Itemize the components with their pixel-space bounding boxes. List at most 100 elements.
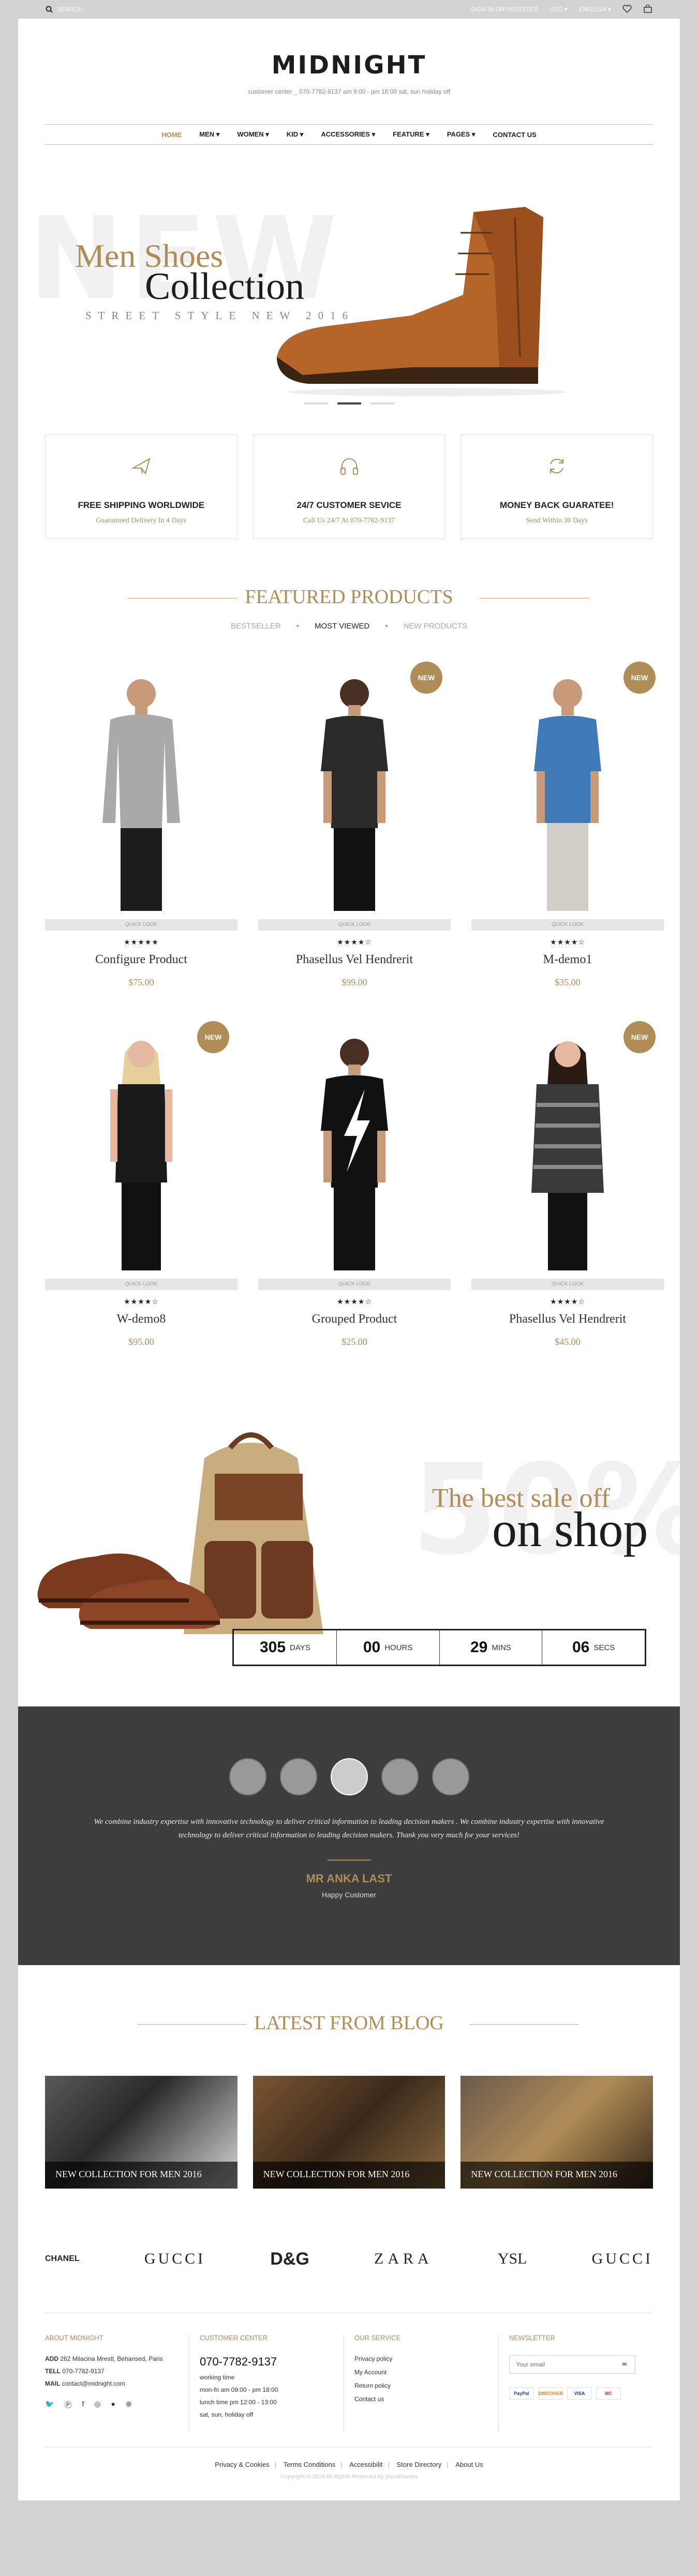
testimonial-avatars [18, 1758, 680, 1795]
nav-men[interactable]: MEN ▾ [199, 130, 219, 139]
footer-link[interactable]: My Account [354, 2369, 488, 2376]
blog-post-title[interactable]: NEW COLLECTION FOR MEN 2016 [461, 2162, 654, 2189]
tab-separator: • [296, 622, 299, 631]
quick-look-button[interactable]: QUICK LOOK [45, 919, 237, 931]
product-card[interactable]: QUICK LOOK ★★★★☆ Grouped Product $25.00 [258, 1011, 451, 1370]
facebook-icon[interactable]: f [82, 2400, 84, 2410]
newsletter-email-input[interactable] [510, 2356, 614, 2373]
mail-value[interactable]: contact@midnight.com [62, 2380, 125, 2387]
footer-link[interactable]: Contact us [354, 2395, 488, 2403]
quick-look-button[interactable]: QUICK LOOK [45, 1279, 237, 1290]
quick-look-button[interactable]: QUICK LOOK [471, 1279, 664, 1290]
product-name[interactable]: Configure Product [45, 953, 237, 967]
product-name[interactable]: Phasellus Vel Hendrerit [471, 1312, 664, 1326]
product-card[interactable]: NEW QUICK LOOK ★★★★☆ W-demo8 $95.00 [45, 1011, 237, 1370]
link-separator: | [388, 2461, 390, 2468]
brand-gucci[interactable]: GUCCI [592, 2250, 653, 2268]
product-card[interactable]: NEW QUICK LOOK ★★★★☆ Phasellus Vel Hendr… [471, 1011, 664, 1370]
wishlist-button[interactable] [622, 5, 632, 14]
slider-dot[interactable] [304, 402, 328, 405]
new-badge: NEW [197, 1021, 229, 1053]
header-tagline: customer center _ 070-7782-9137 am 9:00 … [247, 88, 451, 95]
avatar[interactable] [381, 1758, 419, 1795]
hero-slider: NEW Men Shoes Collection STREET STYLE NE… [18, 145, 680, 414]
section-title: FEATURED PRODUCTS [245, 586, 453, 608]
brand-gucci[interactable]: GUCCI [144, 2250, 205, 2268]
blog-post[interactable]: NEW COLLECTION FOR MEN 2016 [461, 2076, 654, 2189]
product-card[interactable]: NEW QUICK LOOK ★★★★☆ Phasellus Vel Hendr… [258, 651, 451, 1011]
product-name[interactable]: W-demo8 [45, 1312, 237, 1326]
nav-contact[interactable]: CONTACT US [493, 131, 536, 139]
bottom-link[interactable]: About Us [455, 2461, 483, 2468]
bottom-link[interactable]: Accessibilit [349, 2461, 382, 2468]
nav-pages[interactable]: PAGES ▾ [447, 130, 476, 139]
twitter-icon[interactable]: 🐦 [45, 2400, 54, 2410]
tab-new-products[interactable]: NEW PRODUCTS [404, 622, 467, 631]
new-badge: NEW [623, 1021, 656, 1053]
product-image[interactable] [258, 1011, 451, 1276]
nav-kid[interactable]: KID ▾ [287, 130, 304, 139]
brand-logos: CHANEL GUCCI D&G ZARA YSL GUCCI [18, 2189, 680, 2271]
avatar[interactable] [432, 1758, 469, 1795]
brand-ysl[interactable]: YSL [498, 2250, 527, 2268]
nav-feature[interactable]: FEATURE ▾ [393, 130, 429, 139]
tell-value: 070-7782-9137 [62, 2368, 105, 2375]
currency-select[interactable]: USD ▾ [550, 6, 568, 13]
countdown-timer: 305 DAYS 00 HOURS 29 MINS 06 SECS [232, 1629, 646, 1666]
social-links: 🐦 Ⓟ f ◎ ● ⊛ [45, 2400, 179, 2410]
product-card[interactable]: NEW QUICK LOOK ★★★★☆ M-demo1 $35.00 [471, 651, 664, 1011]
quick-look-button[interactable]: QUICK LOOK [471, 919, 664, 931]
footer-customer-center: CUSTOMER CENTER 070-7782-9137 working ti… [189, 2334, 344, 2432]
product-name[interactable]: M-demo1 [471, 953, 664, 967]
cart-button[interactable] [643, 4, 652, 14]
newsletter-submit-button[interactable]: ✉ [614, 2356, 635, 2373]
avatar[interactable] [229, 1758, 266, 1795]
newsletter-form: ✉ [509, 2355, 635, 2374]
product-name[interactable]: Grouped Product [258, 1312, 451, 1326]
nav-home[interactable]: HOME [161, 131, 182, 139]
paypal-icon: PayPal [509, 2387, 534, 2400]
footer-link[interactable]: Return policy [354, 2382, 488, 2389]
footer-link[interactable]: Privacy policy [354, 2355, 488, 2362]
tab-bestseller[interactable]: BESTSELLER [231, 622, 281, 631]
brand-dg[interactable]: D&G [270, 2249, 309, 2269]
blog-post[interactable]: NEW COLLECTION FOR MEN 2016 [45, 2076, 237, 2189]
boot-image [277, 207, 567, 396]
bottom-link[interactable]: Privacy & Cookies [215, 2461, 269, 2468]
blog-post[interactable]: NEW COLLECTION FOR MEN 2016 [253, 2076, 445, 2189]
countdown-unit: HOURS [384, 1643, 413, 1652]
product-tabs: BESTSELLER • MOST VIEWED • NEW PRODUCTS [18, 622, 680, 631]
pinterest-icon[interactable]: Ⓟ [64, 2400, 71, 2410]
avatar-active[interactable] [330, 1758, 368, 1795]
nav-accessories[interactable]: ACCESSORIES ▾ [321, 130, 375, 139]
product-price: $45.00 [555, 1337, 581, 1347]
dribbble-icon[interactable]: ⊛ [126, 2400, 132, 2410]
slider-dot-active[interactable] [337, 402, 361, 405]
bottom-link[interactable]: Terms Conditions [284, 2461, 335, 2468]
bottom-link[interactable]: Store Directory [397, 2461, 442, 2468]
blog-post-title[interactable]: NEW COLLECTION FOR MEN 2016 [253, 2162, 445, 2189]
search-trigger[interactable]: SEARCH [46, 6, 83, 13]
tab-most-viewed[interactable]: MOST VIEWED [315, 622, 369, 631]
brand-zara[interactable]: ZARA [374, 2250, 433, 2268]
product-name[interactable]: Phasellus Vel Hendrerit [258, 953, 451, 967]
new-badge: NEW [410, 662, 442, 694]
product-card[interactable]: QUICK LOOK ★★★★★ Configure Product $75.0… [45, 651, 237, 1011]
quick-look-button[interactable]: QUICK LOOK [258, 1279, 451, 1290]
instagram-icon[interactable]: ◎ [94, 2400, 100, 2410]
product-image[interactable] [45, 651, 237, 916]
signin-link[interactable]: SIGN IN OR REGISTER [471, 6, 539, 13]
brand-chanel[interactable]: CHANEL [45, 2254, 80, 2264]
airplane-icon [131, 457, 151, 475]
slider-dot[interactable] [370, 402, 394, 405]
flickr-icon[interactable]: ● [111, 2400, 115, 2410]
quick-look-button[interactable]: QUICK LOOK [258, 919, 451, 931]
language-select[interactable]: ENGLISH ▾ [579, 6, 611, 13]
product-price: $35.00 [555, 977, 581, 987]
avatar[interactable] [279, 1758, 317, 1795]
countdown-unit: DAYS [290, 1643, 310, 1652]
holiday-note: sat, sun, holiday off [200, 2411, 254, 2418]
blog-post-title[interactable]: NEW COLLECTION FOR MEN 2016 [45, 2162, 237, 2189]
site-logo[interactable]: MIDNIGHT [18, 51, 680, 80]
nav-women[interactable]: WOMEN ▾ [237, 130, 269, 139]
